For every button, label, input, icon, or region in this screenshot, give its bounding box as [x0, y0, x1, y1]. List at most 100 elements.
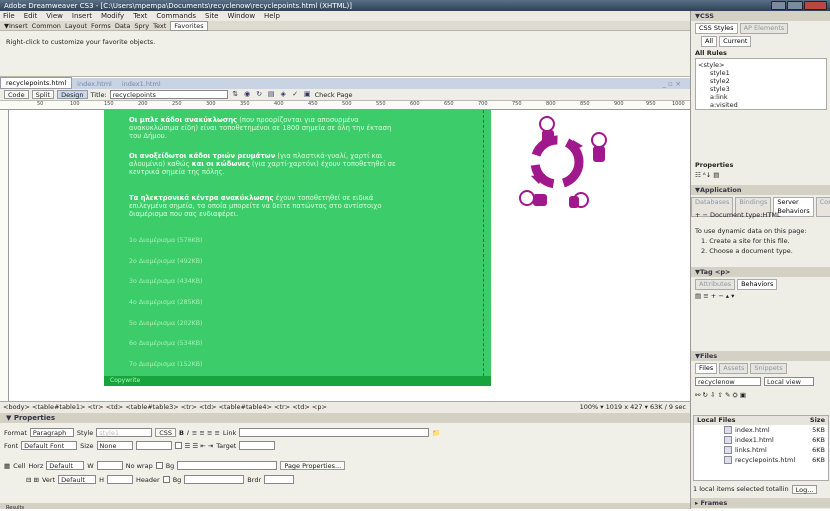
close-button[interactable]	[803, 1, 827, 10]
style-select[interactable]: style1	[96, 428, 153, 437]
tab-recyclepoints[interactable]: recyclepoints.html	[0, 77, 73, 89]
preview-browser-icon[interactable]: ◉	[243, 90, 252, 99]
zoom-value[interactable]: 100%	[580, 403, 599, 411]
district-link-5[interactable]: 5ο Διαμέρισμα (202KB)	[129, 320, 203, 327]
tab-common[interactable]: Common	[32, 22, 61, 30]
district-link-6[interactable]: 6ο Διαμέρισμα (534KB)	[129, 340, 203, 347]
title-input[interactable]: recyclepoints	[109, 90, 228, 99]
district-link-2[interactable]: 2ο Διαμέρισμα (492KB)	[129, 258, 203, 265]
application-header[interactable]: ▼Application	[691, 185, 830, 195]
size-select[interactable]: None	[96, 441, 133, 450]
page-properties-button[interactable]: Page Properties...	[280, 461, 346, 470]
menu-edit[interactable]: Edit	[24, 11, 38, 21]
code-view-button[interactable]: Code	[4, 90, 29, 99]
css-panel-header[interactable]: ▼CSS	[691, 11, 830, 21]
tab-components[interactable]: Com	[815, 197, 830, 217]
css-prop-toolbar-icon[interactable]: ☷ ᴬ↓ ▤	[695, 171, 719, 179]
tab-favorites[interactable]: Favorites	[170, 20, 208, 31]
merge-cells-icon[interactable]: ⊟ ⊞	[26, 476, 39, 484]
rule-item[interactable]: a:visited	[698, 101, 824, 109]
menu-commands[interactable]: Commands	[156, 11, 196, 21]
split-view-button[interactable]: Split	[31, 90, 55, 99]
view-select[interactable]: Local view	[764, 377, 814, 386]
visual-aids-icon[interactable]: ◈	[279, 90, 288, 99]
nowrap-checkbox[interactable]	[155, 462, 163, 469]
tab-spry[interactable]: Spry	[134, 22, 149, 30]
bold-button[interactable]: B	[179, 429, 184, 437]
tab-index[interactable]: index.html	[72, 79, 117, 89]
file-row[interactable]: index.html 5KB	[694, 425, 828, 435]
tab-layout[interactable]: Layout	[65, 22, 87, 30]
menu-site[interactable]: Site	[205, 11, 218, 21]
view-options-icon[interactable]: ▤	[267, 90, 276, 99]
tab-css-styles[interactable]: CSS Styles	[695, 23, 738, 34]
menu-text[interactable]: Text	[133, 11, 147, 21]
size-unit-select[interactable]	[135, 441, 172, 450]
align-buttons-icon[interactable]: ≡ ≡ ≡ ≡	[192, 429, 220, 437]
validate-icon[interactable]: ✓	[291, 90, 300, 99]
width-input[interactable]	[96, 461, 123, 470]
all-button[interactable]: All	[701, 36, 718, 47]
italic-button[interactable]: I	[187, 429, 189, 437]
rule-item[interactable]: style1	[698, 69, 824, 77]
format-select[interactable]: Paragraph	[29, 428, 74, 437]
tab-behaviors[interactable]: Behaviors	[737, 279, 778, 290]
district-link-4[interactable]: 4ο Διαμέρισμα (285KB)	[129, 299, 203, 306]
maximize-button[interactable]	[787, 1, 803, 10]
rule-style-tag[interactable]: <style>	[698, 61, 824, 69]
rule-item[interactable]: style3	[698, 85, 824, 93]
header-checkbox[interactable]	[162, 476, 170, 483]
results-bar[interactable]: Results	[0, 503, 690, 511]
file-row[interactable]: index1.html 6KB	[694, 435, 828, 445]
brdr-input[interactable]	[264, 475, 295, 484]
files-toolbar-icon[interactable]: ⚯ ↻ ⇩ ⇧ ✎ ⛭ ▣	[695, 391, 746, 400]
font-select[interactable]: Default Font	[21, 441, 78, 450]
design-view-button[interactable]: Design	[57, 90, 88, 99]
bg-input[interactable]	[177, 461, 278, 470]
link-input[interactable]	[239, 428, 430, 437]
target-select[interactable]	[239, 441, 276, 450]
tag-panel-header[interactable]: ▼Tag <p>	[691, 267, 830, 277]
log-button[interactable]: Log...	[791, 485, 818, 494]
bg2-input[interactable]	[184, 475, 245, 484]
tab-forms[interactable]: Forms	[91, 22, 111, 30]
file-row[interactable]: links.html 6KB	[694, 445, 828, 455]
menu-help[interactable]: Help	[264, 11, 280, 21]
menu-insert[interactable]: Insert	[72, 11, 92, 21]
minimize-button[interactable]	[771, 1, 787, 10]
browser-compat-icon[interactable]: ▣	[303, 90, 312, 99]
rule-item[interactable]: a:link	[698, 93, 824, 101]
check-page-button[interactable]: Check Page	[315, 91, 353, 99]
tag-selector[interactable]: <body> <table#table1> <tr> <td> <table#t…	[3, 403, 327, 411]
behavior-toolbar-icon[interactable]: ▤ ≡ + − ▴ ▾	[695, 292, 734, 300]
tab-text[interactable]: Text	[153, 22, 166, 30]
rule-item[interactable]: style2	[698, 77, 824, 85]
refresh-icon[interactable]: ↻	[255, 90, 264, 99]
files-panel-header[interactable]: ▼Files	[691, 351, 830, 361]
design-canvas[interactable]: Οι μπλε κάδοι ανακύκλωσης (που προορίζον…	[9, 110, 690, 401]
file-management-icon[interactable]: ⇅	[231, 90, 240, 99]
menu-view[interactable]: View	[46, 11, 63, 21]
tab-ap-elements[interactable]: AP Elements	[739, 23, 789, 34]
tab-index1[interactable]: index1.html	[117, 79, 166, 89]
frames-panel-header[interactable]: ▸ Frames	[691, 498, 830, 508]
step-choose-doctype[interactable]: 2. Choose a document type.	[701, 247, 793, 255]
insert-label[interactable]: ▼Insert	[4, 22, 28, 30]
step-create-site[interactable]: 1. Create a site for this file.	[701, 237, 790, 245]
folder-icon[interactable]: 📁	[432, 429, 440, 437]
menu-window[interactable]: Window	[227, 11, 255, 21]
horz-select[interactable]: Default	[46, 461, 85, 470]
tab-assets[interactable]: Assets	[719, 363, 749, 374]
window-size[interactable]: 1019 x 427	[606, 403, 643, 411]
height-input[interactable]	[107, 475, 134, 484]
document-window-controls[interactable]: _ ▫ ×	[657, 79, 686, 89]
district-link-7[interactable]: 7ο Διαμέρισμα (152KB)	[129, 361, 203, 368]
css-button[interactable]: CSS	[155, 428, 177, 437]
file-row[interactable]: recyclepoints.html 6KB	[694, 455, 828, 465]
current-button[interactable]: Current	[719, 36, 752, 47]
tab-files[interactable]: Files	[695, 363, 718, 374]
text-color-swatch[interactable]	[174, 442, 182, 449]
tab-attributes[interactable]: Attributes	[695, 279, 736, 290]
menu-modify[interactable]: Modify	[101, 11, 124, 21]
district-link-1[interactable]: 1ο Διαμέρισμα (576KB)	[129, 237, 203, 244]
